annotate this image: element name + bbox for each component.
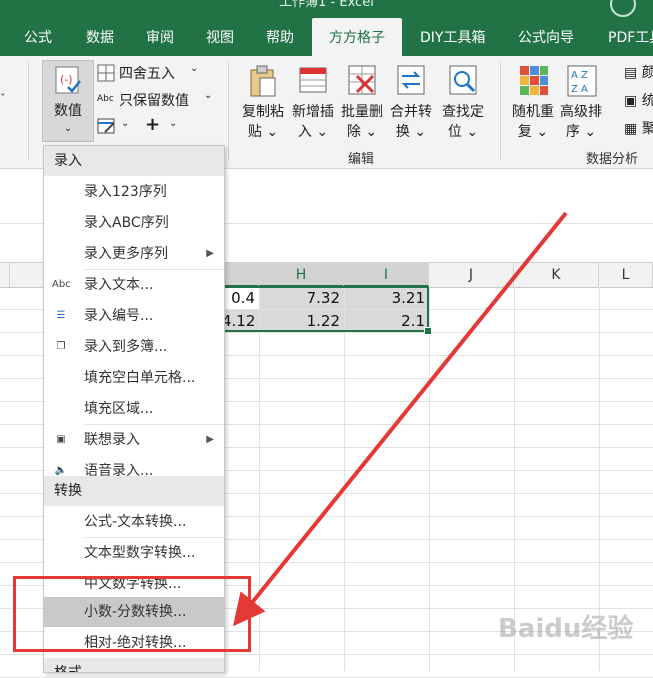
column-header-j[interactable]: J [429,263,514,287]
tab-data[interactable]: 数据 [86,18,114,56]
tab-diy-toolbox[interactable]: DIY工具箱 [420,18,485,56]
submenu-arrow-icon: ▶ [206,434,214,445]
group-label-analysis: 数据分析 [586,152,639,167]
column-header-h[interactable]: H [259,263,344,287]
svg-text:A Z: A Z [571,70,588,81]
menu-item-text-number-convert[interactable]: 文本型数字转换... [44,538,224,568]
selection-border [222,286,429,332]
random-repeat-icon [520,66,548,95]
menu-item-input-multi-book[interactable]: ❐ 录入到多簿... [44,332,224,362]
random-repeat-label-1[interactable]: 随机重 [510,102,556,122]
merge-convert-label-1[interactable]: 合并转 [388,102,434,122]
svg-text:(-): (-) [60,73,73,86]
keep-value-button[interactable]: 只保留数值 [119,90,189,110]
right-tool-1[interactable]: ▤ 颜 [624,62,653,82]
tab-review[interactable]: 审阅 [146,18,174,56]
value-icon: (-) [55,66,81,94]
copy-paste-label-1[interactable]: 复制粘 [240,102,286,122]
menu-section-input: 录入 [44,146,224,176]
column-header-partial[interactable] [0,263,10,287]
menu-item-formula-text-convert[interactable]: 公式-文本转换... [44,507,224,537]
random-repeat-label-2[interactable]: 复 ⌄ [510,122,556,142]
advanced-sort-label-1[interactable]: 高级排 [558,102,604,122]
clipboard-icon [250,65,276,97]
feedback-icon[interactable] [607,0,639,18]
numbered-list-icon: ☰ [56,310,66,321]
ribbon-separator [228,62,229,160]
multi-book-icon: ❐ [56,341,66,352]
tab-view[interactable]: 视图 [206,18,234,56]
find-locate-label-1[interactable]: 查找定 [440,102,486,122]
abc-icon: Abc [97,94,114,104]
round-button[interactable]: 四舍五入 [119,63,175,83]
column-header-i[interactable]: I [344,263,429,287]
menu-section-convert: 转换 [44,476,224,506]
left-overflow-chevron[interactable]: ˇ [0,92,6,105]
menu-item-input-text[interactable]: Abc 录入文本... [44,270,224,300]
insert-icon [299,67,327,93]
sort-az-icon: A Z Z A [567,65,597,97]
column-header-l[interactable]: L [599,263,653,287]
menu-item-suggest-input[interactable]: ▣ 联想录入 ▶ [44,425,224,455]
menu-item-fill-area[interactable]: 填充区域... [44,394,224,424]
menu-item-input-more[interactable]: 录入更多序列 ▶ [44,239,224,269]
menu-item-input-abc[interactable]: 录入ABC序列 [44,208,224,238]
ribbon-separator [28,62,29,160]
batch-delete-label-2[interactable]: 除 ⌄ [339,122,385,142]
svg-text:Z A: Z A [571,84,588,95]
abc-text-icon: Abc [52,279,71,290]
tab-help[interactable]: 帮助 [266,18,294,56]
fill-handle[interactable] [424,327,432,335]
value-button[interactable]: (-) 数值 ⌄ [42,60,94,142]
advanced-sort-label-2[interactable]: 序 ⌄ [558,122,604,142]
ribbon-tab-bar: 公式 数据 审阅 视图 帮助 方方格子 DIY工具箱 公式向导 PDF工具 [0,18,653,56]
ribbon-separator [500,62,501,160]
column-header-g[interactable] [222,263,259,287]
batch-delete-icon [348,65,376,95]
group-label-edit: 编辑 [348,152,375,167]
window-title: 工作簿1 - Excel [279,0,374,10]
menu-item-input-number[interactable]: ☰ 录入编号... [44,301,224,331]
chevron-down-icon[interactable]: ⌄ [204,90,212,101]
submenu-arrow-icon: ▶ [206,248,214,259]
find-locate-icon [449,65,477,95]
insert-new-label-2[interactable]: 入 ⌄ [290,122,336,142]
watermark: Baidu经验 [498,614,634,644]
tab-pdf-tools[interactable]: PDF工具 [608,18,653,56]
merge-convert-label-2[interactable]: 换 ⌄ [388,122,434,142]
merge-convert-icon [397,65,425,95]
tab-fangfang[interactable]: 方方格子 [312,18,402,56]
right-tool-3[interactable]: ▦ 聚 [624,118,653,138]
suggest-input-icon: ▣ [56,434,66,445]
menu-item-input-123[interactable]: 录入123序列 [44,177,224,207]
title-bar: 工作簿1 - Excel [0,0,653,18]
right-tool-2[interactable]: ▣ 统 [624,90,653,110]
annotation-highlight-box [13,576,251,652]
menu-item-fill-blank[interactable]: 填充空白单元格... [44,363,224,393]
plus-icon[interactable]: + [145,114,160,135]
column-header-k[interactable]: K [514,263,599,287]
value-button-label: 数值 [54,103,82,119]
chevron-down-icon: ⌄ [63,123,73,134]
tab-formulas[interactable]: 公式 [24,18,52,56]
find-locate-label-2[interactable]: 位 ⌄ [440,122,486,142]
chevron-down-icon[interactable]: ⌄ [190,63,198,74]
grid-col-line [259,287,260,671]
round-icon [97,64,115,82]
copy-paste-label-2[interactable]: 贴 ⌄ [240,122,286,142]
grid-col-line [429,287,430,671]
batch-delete-label-1[interactable]: 批量删 [339,102,385,122]
chevron-down-icon[interactable]: ⌄ [169,118,177,129]
chevron-down-icon[interactable]: ⌄ [121,118,129,129]
insert-new-label-1[interactable]: 新增插 [290,102,336,122]
edit-table-icon[interactable] [97,118,117,136]
tab-formula-wizard[interactable]: 公式向导 [518,18,574,56]
grid-col-line [344,287,345,671]
